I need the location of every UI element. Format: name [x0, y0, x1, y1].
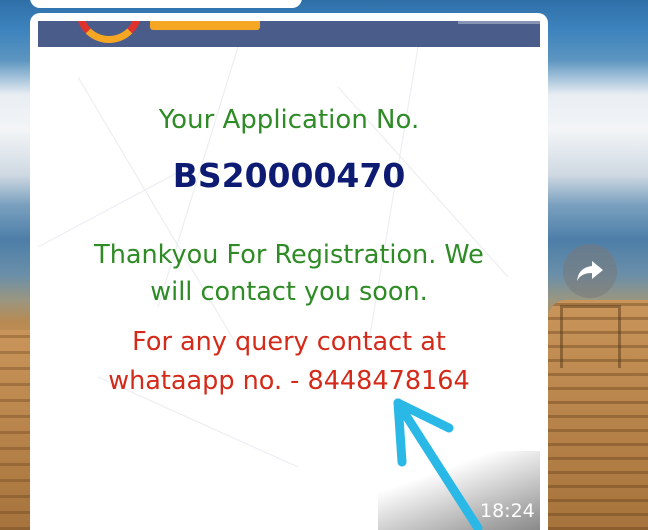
application-number: BS20000470	[172, 156, 406, 195]
thanks-message-line-1: Thankyou For Registration. We	[94, 240, 484, 270]
application-label: Your Application No.	[158, 105, 420, 135]
message-timestamp: 18:24	[480, 500, 535, 522]
wallpaper-sand-tower	[560, 305, 621, 368]
query-contact-line-2: whataapp no. - 8448478164	[108, 366, 470, 396]
previous-message-bubble[interactable]	[30, 0, 302, 8]
shared-image[interactable]: Your Application No. BS20000470 Thankyou…	[38, 21, 540, 530]
query-contact-line-1: For any query contact at	[132, 327, 446, 357]
thanks-message-line-2: will contact you soon.	[150, 277, 428, 307]
forward-button[interactable]	[563, 244, 617, 298]
wallpaper-sand-left	[0, 330, 30, 530]
image-message-bubble[interactable]: Your Application No. BS20000470 Thankyou…	[30, 13, 548, 530]
forward-share-icon	[577, 261, 603, 281]
